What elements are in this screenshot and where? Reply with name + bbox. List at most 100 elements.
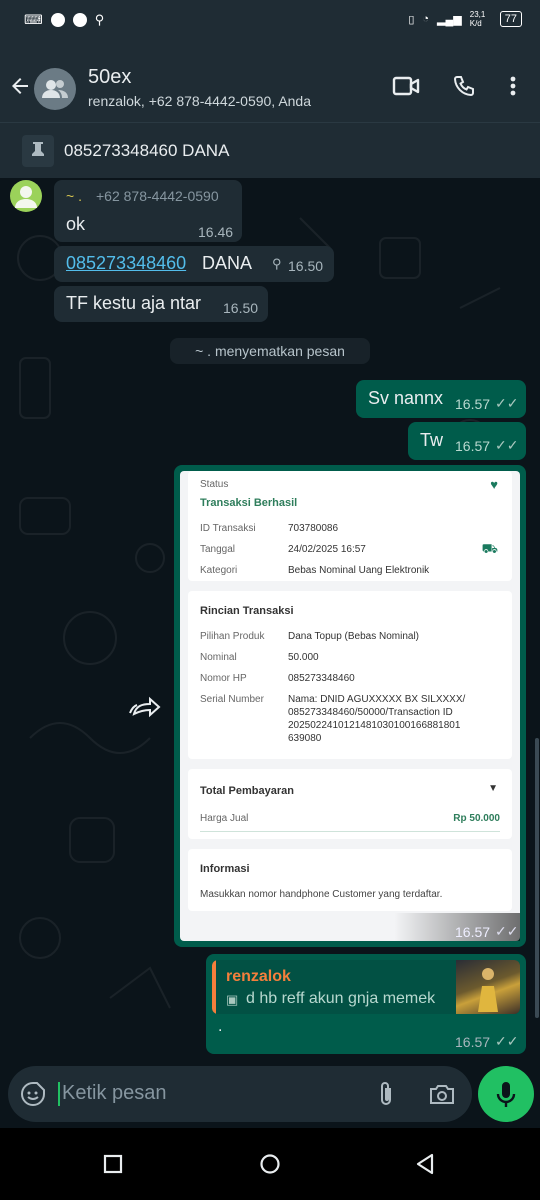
voice-call-icon[interactable] — [452, 74, 476, 98]
wifi-icon: ◔ — [422, 13, 430, 25]
read-ticks-icon: ✓✓ — [495, 923, 519, 939]
pinned-message-text: 085273348460 DANA — [64, 141, 230, 160]
scrollbar[interactable] — [535, 738, 539, 1018]
receipt-total-title: Total Pembayaran — [200, 785, 294, 797]
receipt-info-text: Masukkan nomor handphone Customer yang t… — [200, 889, 443, 900]
outgoing-message[interactable]: Tw 16.57 ✓✓ — [408, 422, 526, 460]
receipt-serial-value: 2025022410121481030100166881801 — [288, 720, 461, 731]
sender-phone: +62 878-4442-0590 — [96, 188, 219, 204]
system-message: ~ . menyematkan pesan — [170, 338, 370, 364]
message-text: Tw — [420, 430, 444, 450]
receipt-id-value: 703780086 — [288, 523, 339, 534]
receipt-detail-card: Rincian Transaksi Pilihan Produk Dana To… — [188, 591, 512, 759]
chat-title[interactable]: 50ex — [88, 66, 131, 89]
message-text: Sv nannx — [368, 388, 444, 408]
receipt-phone-value: 085273348460 — [288, 673, 355, 684]
pinned-message-bar[interactable]: 085273348460 DANA — [0, 122, 540, 179]
system-nav-bar — [0, 1128, 540, 1200]
read-ticks-icon: ✓✓ — [495, 395, 519, 411]
home-icon[interactable] — [259, 1153, 281, 1175]
message-text: . — [218, 1018, 223, 1035]
receipt-price-value: Rp 50.000 — [453, 813, 500, 824]
message-time: 16.50 — [288, 258, 324, 274]
forward-button[interactable] — [126, 692, 166, 722]
receipt-total-card: Total Pembayaran ▼ Harga Jual Rp 50.000 — [188, 769, 512, 839]
message-text: DANA — [202, 253, 253, 273]
receipt-category-value: Bebas Nominal Uang Elektronik — [288, 565, 430, 576]
quoted-author: renzalok — [226, 968, 291, 985]
phone-link[interactable]: 085273348460 — [66, 253, 186, 274]
read-ticks-icon: ✓✓ — [495, 1033, 519, 1049]
receipt-product-label: Pilihan Produk — [200, 631, 265, 642]
pin-icon — [22, 135, 54, 167]
outgoing-image-message[interactable]: Status Transaksi Berhasil ♥ ID Transaksi… — [174, 465, 526, 947]
text-cursor — [58, 1082, 60, 1106]
sticker-icon[interactable] — [20, 1081, 46, 1107]
voice-message-button[interactable] — [478, 1066, 534, 1122]
dropdown-caret-icon: ▼ — [488, 783, 498, 794]
receipt-info-title: Informasi — [200, 863, 250, 875]
group-avatar[interactable] — [34, 68, 76, 110]
attach-icon[interactable] — [376, 1080, 396, 1108]
receipt-date-label: Tanggal — [200, 544, 236, 555]
incoming-message[interactable]: ~ . +62 878-4442-0590 ok 16.46 — [54, 180, 242, 242]
receipt-status-card: Status Transaksi Berhasil ♥ ID Transaksi… — [188, 471, 512, 581]
message-input-container[interactable]: Ketik pesan — [8, 1066, 472, 1122]
forward-icon — [129, 696, 161, 718]
quoted-text: d hb reff akun gnja memek — [246, 990, 436, 1007]
outgoing-reply-message[interactable]: renzalok ▣ d hb reff akun gnja memek . 1… — [206, 954, 526, 1054]
receipt-serial-value: Nama: DNID AGUXXXXX BX SILXXXX/ — [288, 694, 466, 705]
network-speed: 23,1 K/d — [469, 10, 486, 28]
more-options-icon[interactable] — [506, 74, 520, 98]
game-character-image — [478, 968, 498, 1012]
message-time: 16.57 — [455, 438, 491, 454]
receipt-date-value: 24/02/2025 16:57 — [288, 544, 366, 555]
receipt-detail-title: Rincian Transaksi — [200, 605, 294, 617]
receipt-price-label: Harga Jual — [200, 813, 249, 824]
photo-icon: ▣ — [226, 992, 239, 1007]
chat-area[interactable]: ~ . +62 878-4442-0590 ok 16.46 085273348… — [0, 178, 540, 1066]
sender-avatar[interactable] — [10, 180, 42, 212]
game-controller-icon: ⌨ — [24, 12, 43, 27]
transaction-receipt-image[interactable]: Status Transaksi Berhasil ♥ ID Transaksi… — [180, 471, 520, 941]
group-icon — [42, 80, 68, 98]
message-input[interactable]: Ketik pesan — [62, 1082, 167, 1105]
vibrate-icon: ▯ — [408, 13, 415, 26]
read-ticks-icon: ✓✓ — [495, 437, 519, 453]
receipt-id-label: ID Transaksi — [200, 523, 256, 534]
receipt-serial-value: 085273348460/50000/Transaction ID — [288, 707, 453, 718]
receipt-status-value: Transaksi Berhasil — [200, 497, 298, 509]
app-notification-icon: ⚲ — [94, 12, 105, 27]
message-time: 16.50 — [223, 300, 259, 316]
outgoing-message[interactable]: Sv nannx 16.57 ✓✓ — [356, 380, 526, 418]
quoted-thumbnail — [456, 960, 520, 1014]
chat-participants[interactable]: renzalok, +62 878-4442-0590, Anda — [88, 93, 311, 109]
notification-dot-icon — [50, 13, 65, 27]
composer-bar: Ketik pesan — [0, 1066, 540, 1128]
receipt-nominal-label: Nominal — [200, 652, 237, 663]
video-call-icon[interactable] — [392, 74, 420, 98]
back-arrow-icon[interactable] — [8, 74, 32, 98]
incoming-message[interactable]: TF kestu aja ntar 16.50 — [54, 286, 268, 322]
receipt-info-card: Informasi Masukkan nomor handphone Custo… — [188, 849, 512, 911]
receipt-category-label: Kategori — [200, 565, 238, 576]
status-bar: ⌨ ⚲ ▯ ◔ ▂▄▆ 23,1 K/d 77 — [0, 0, 540, 42]
message-time: 16.46 — [198, 224, 234, 240]
notification-dot-icon — [72, 13, 87, 27]
quoted-message[interactable]: renzalok ▣ d hb reff akun gnja memek — [212, 960, 520, 1014]
receipt-status-label: Status — [200, 479, 229, 490]
receipt-serial-label: Serial Number — [200, 694, 264, 705]
message-text: ok — [66, 214, 86, 234]
receipt-nominal-value: 50.000 — [288, 652, 319, 663]
pinned-indicator-icon: ⚲ — [272, 256, 282, 271]
message-text: TF kestu aja ntar — [66, 293, 202, 313]
receipt-product-value: Dana Topup (Bebas Nominal) — [288, 631, 420, 642]
receipt-phone-label: Nomor HP — [200, 673, 247, 684]
recents-icon[interactable] — [103, 1154, 123, 1174]
sender-name[interactable]: ~ . — [66, 188, 82, 204]
incoming-message[interactable]: 085273348460 DANA ⚲ 16.50 — [54, 246, 334, 282]
camera-icon[interactable] — [428, 1082, 456, 1106]
back-nav-icon[interactable] — [415, 1153, 435, 1175]
default-avatar-icon — [15, 186, 37, 208]
heart-icon: ♥ — [490, 477, 498, 492]
